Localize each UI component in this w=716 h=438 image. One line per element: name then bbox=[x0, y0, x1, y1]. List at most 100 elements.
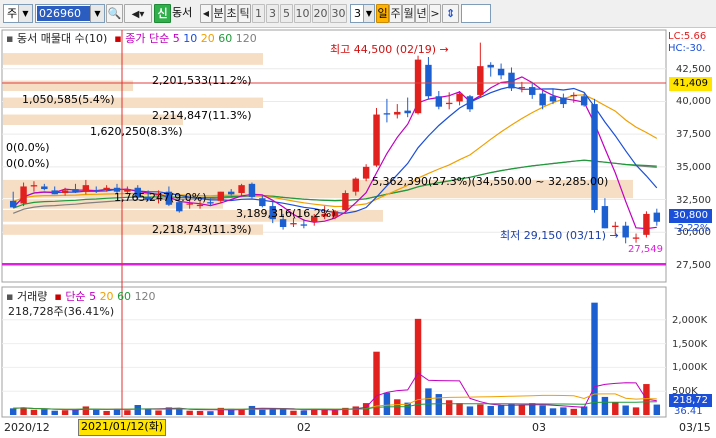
volume-bar bbox=[560, 407, 567, 415]
high-price-badge: 41,409 bbox=[669, 77, 712, 91]
unit-week-button[interactable]: 주 bbox=[389, 4, 402, 23]
stock-code-value: 026960 bbox=[37, 6, 94, 21]
chevron-down-icon[interactable]: ▼ bbox=[363, 5, 374, 22]
support-line-value: 27,549 bbox=[628, 244, 663, 255]
period-tick-button[interactable]: 틱 bbox=[238, 4, 251, 23]
period-20-button[interactable]: 20 bbox=[312, 4, 329, 23]
candle-body bbox=[82, 185, 90, 192]
volume-bar bbox=[425, 388, 432, 415]
toolbar: 주 ▼ 026960 ▼ 🔍 ◀▾ 신 동서 ◀ 분 초 틱 1 3 5 10 … bbox=[0, 0, 716, 28]
vol-ma-period-20: 20 bbox=[99, 290, 114, 303]
chevron-down-icon[interactable]: ▼ bbox=[18, 5, 32, 22]
profile-label: 1,765,247(9.0%) bbox=[114, 191, 207, 204]
volume-bar bbox=[279, 409, 287, 415]
min-annotation-text: 최저 29,150 (03/11) bbox=[500, 229, 607, 242]
profile-label: 5,362,390(27.3%)(34,550.00 ~ 32,285.00) bbox=[372, 175, 609, 188]
candle-body bbox=[560, 97, 567, 105]
unit-day-button[interactable]: 일 bbox=[376, 4, 389, 23]
volume-bar bbox=[134, 405, 141, 415]
profile-label: 0(0.0%) bbox=[6, 157, 50, 170]
volume-bar bbox=[61, 410, 69, 415]
prev-arrow-button[interactable]: ◀ bbox=[200, 4, 212, 23]
candle-body bbox=[518, 87, 526, 89]
volume-bar bbox=[82, 406, 90, 415]
period-second-button[interactable]: 초 bbox=[225, 4, 238, 23]
candle-body bbox=[529, 87, 536, 95]
candle-body bbox=[342, 193, 349, 210]
price-tick-label: 37,500 bbox=[676, 129, 711, 141]
volume-bar bbox=[352, 406, 359, 415]
volume-tick-label: 2,000K bbox=[672, 314, 708, 326]
volume-bar bbox=[9, 408, 17, 415]
stock-code-input[interactable]: 026960 ▼ bbox=[35, 4, 105, 23]
date-label: 03/15 bbox=[679, 421, 711, 434]
candle-body bbox=[290, 223, 297, 225]
period-3-button[interactable]: 3 bbox=[266, 4, 279, 23]
search-button[interactable]: 🔍 bbox=[106, 4, 123, 23]
extra-input[interactable] bbox=[461, 4, 491, 23]
volume-bar bbox=[41, 409, 48, 415]
price-tick-label: 32,500 bbox=[676, 194, 711, 206]
min-annotation: 최저 29,150 (03/11) → bbox=[500, 229, 619, 242]
volume-bar bbox=[259, 409, 266, 415]
period-1-button[interactable]: 1 bbox=[252, 4, 265, 23]
candle-body bbox=[570, 94, 577, 97]
chevron-right-icon: > bbox=[430, 7, 440, 20]
volume-bar bbox=[612, 402, 619, 415]
volume-bar bbox=[622, 405, 629, 415]
volume-bar bbox=[290, 410, 297, 415]
volume-profile-band bbox=[3, 80, 133, 91]
expand-button[interactable]: ⇕ bbox=[442, 4, 459, 23]
volume-tick-label: 1,500K bbox=[672, 338, 708, 350]
period-30-button[interactable]: 30 bbox=[330, 4, 347, 23]
candle-body bbox=[549, 96, 557, 102]
volume-bar bbox=[155, 410, 162, 415]
market-select[interactable]: 주 ▼ bbox=[3, 4, 33, 23]
credit-badge[interactable]: 신 bbox=[154, 4, 171, 23]
volume-tick-label: 1,000K bbox=[672, 362, 708, 374]
unit-month-button[interactable]: 월 bbox=[402, 4, 415, 23]
candle-body bbox=[352, 178, 359, 192]
hc-value: HC:-30. bbox=[668, 43, 706, 54]
candle-body bbox=[404, 110, 411, 114]
speaker-button[interactable]: ◀▾ bbox=[124, 4, 152, 23]
volume-bar bbox=[186, 410, 193, 415]
candle-body bbox=[20, 186, 27, 204]
volume-bar bbox=[196, 410, 204, 415]
volume-bar bbox=[435, 394, 443, 415]
next-arrow-button[interactable]: > bbox=[429, 4, 441, 23]
market-label: 주 bbox=[7, 7, 18, 20]
profile-label: 2,214,847(11.3%) bbox=[152, 109, 252, 122]
chevron-down-icon[interactable]: ▼ bbox=[90, 5, 104, 22]
candle-body bbox=[103, 187, 110, 190]
max-annotation: 최고 44,500 (02/19) → bbox=[330, 43, 449, 56]
period-minute-button[interactable]: 분 bbox=[212, 4, 225, 23]
period-count-value: 3 bbox=[354, 7, 361, 20]
volume-bar bbox=[549, 408, 557, 415]
volume-bar bbox=[653, 404, 661, 415]
volume-bar bbox=[93, 409, 100, 415]
volume-bar bbox=[445, 400, 453, 415]
volume-legend: ▪ 거래량 ▪ 단순 5 20 60 120 bbox=[6, 290, 156, 303]
candle-body bbox=[435, 96, 443, 107]
indicator-label: 동서 매물대 수(10) bbox=[16, 32, 108, 45]
vol-ma-period-60: 60 bbox=[117, 290, 132, 303]
ma-period-120: 120 bbox=[235, 32, 257, 45]
unit-year-button[interactable]: 년 bbox=[415, 4, 428, 23]
volume-bar bbox=[518, 405, 526, 415]
candle-body bbox=[61, 190, 69, 193]
price-change-pct: -2.22% bbox=[674, 223, 710, 234]
vertical-arrows-icon: ⇕ bbox=[445, 7, 456, 20]
profile-label: 1,620,250(8.3%) bbox=[90, 125, 183, 138]
period-count-select[interactable]: 3 ▼ bbox=[350, 4, 375, 23]
volume-bar bbox=[300, 410, 308, 415]
period-5-button[interactable]: 5 bbox=[280, 4, 293, 23]
ma-label: 종가 단순 bbox=[125, 32, 170, 45]
magnifier-icon: 🔍 bbox=[107, 7, 122, 20]
profile-label: 0(0.0%) bbox=[6, 141, 50, 154]
period-10-button[interactable]: 10 bbox=[294, 4, 311, 23]
candle-body bbox=[653, 212, 661, 222]
date-label: 2020/12 bbox=[4, 421, 50, 434]
candle-body bbox=[41, 186, 48, 190]
candle-body bbox=[477, 66, 484, 95]
